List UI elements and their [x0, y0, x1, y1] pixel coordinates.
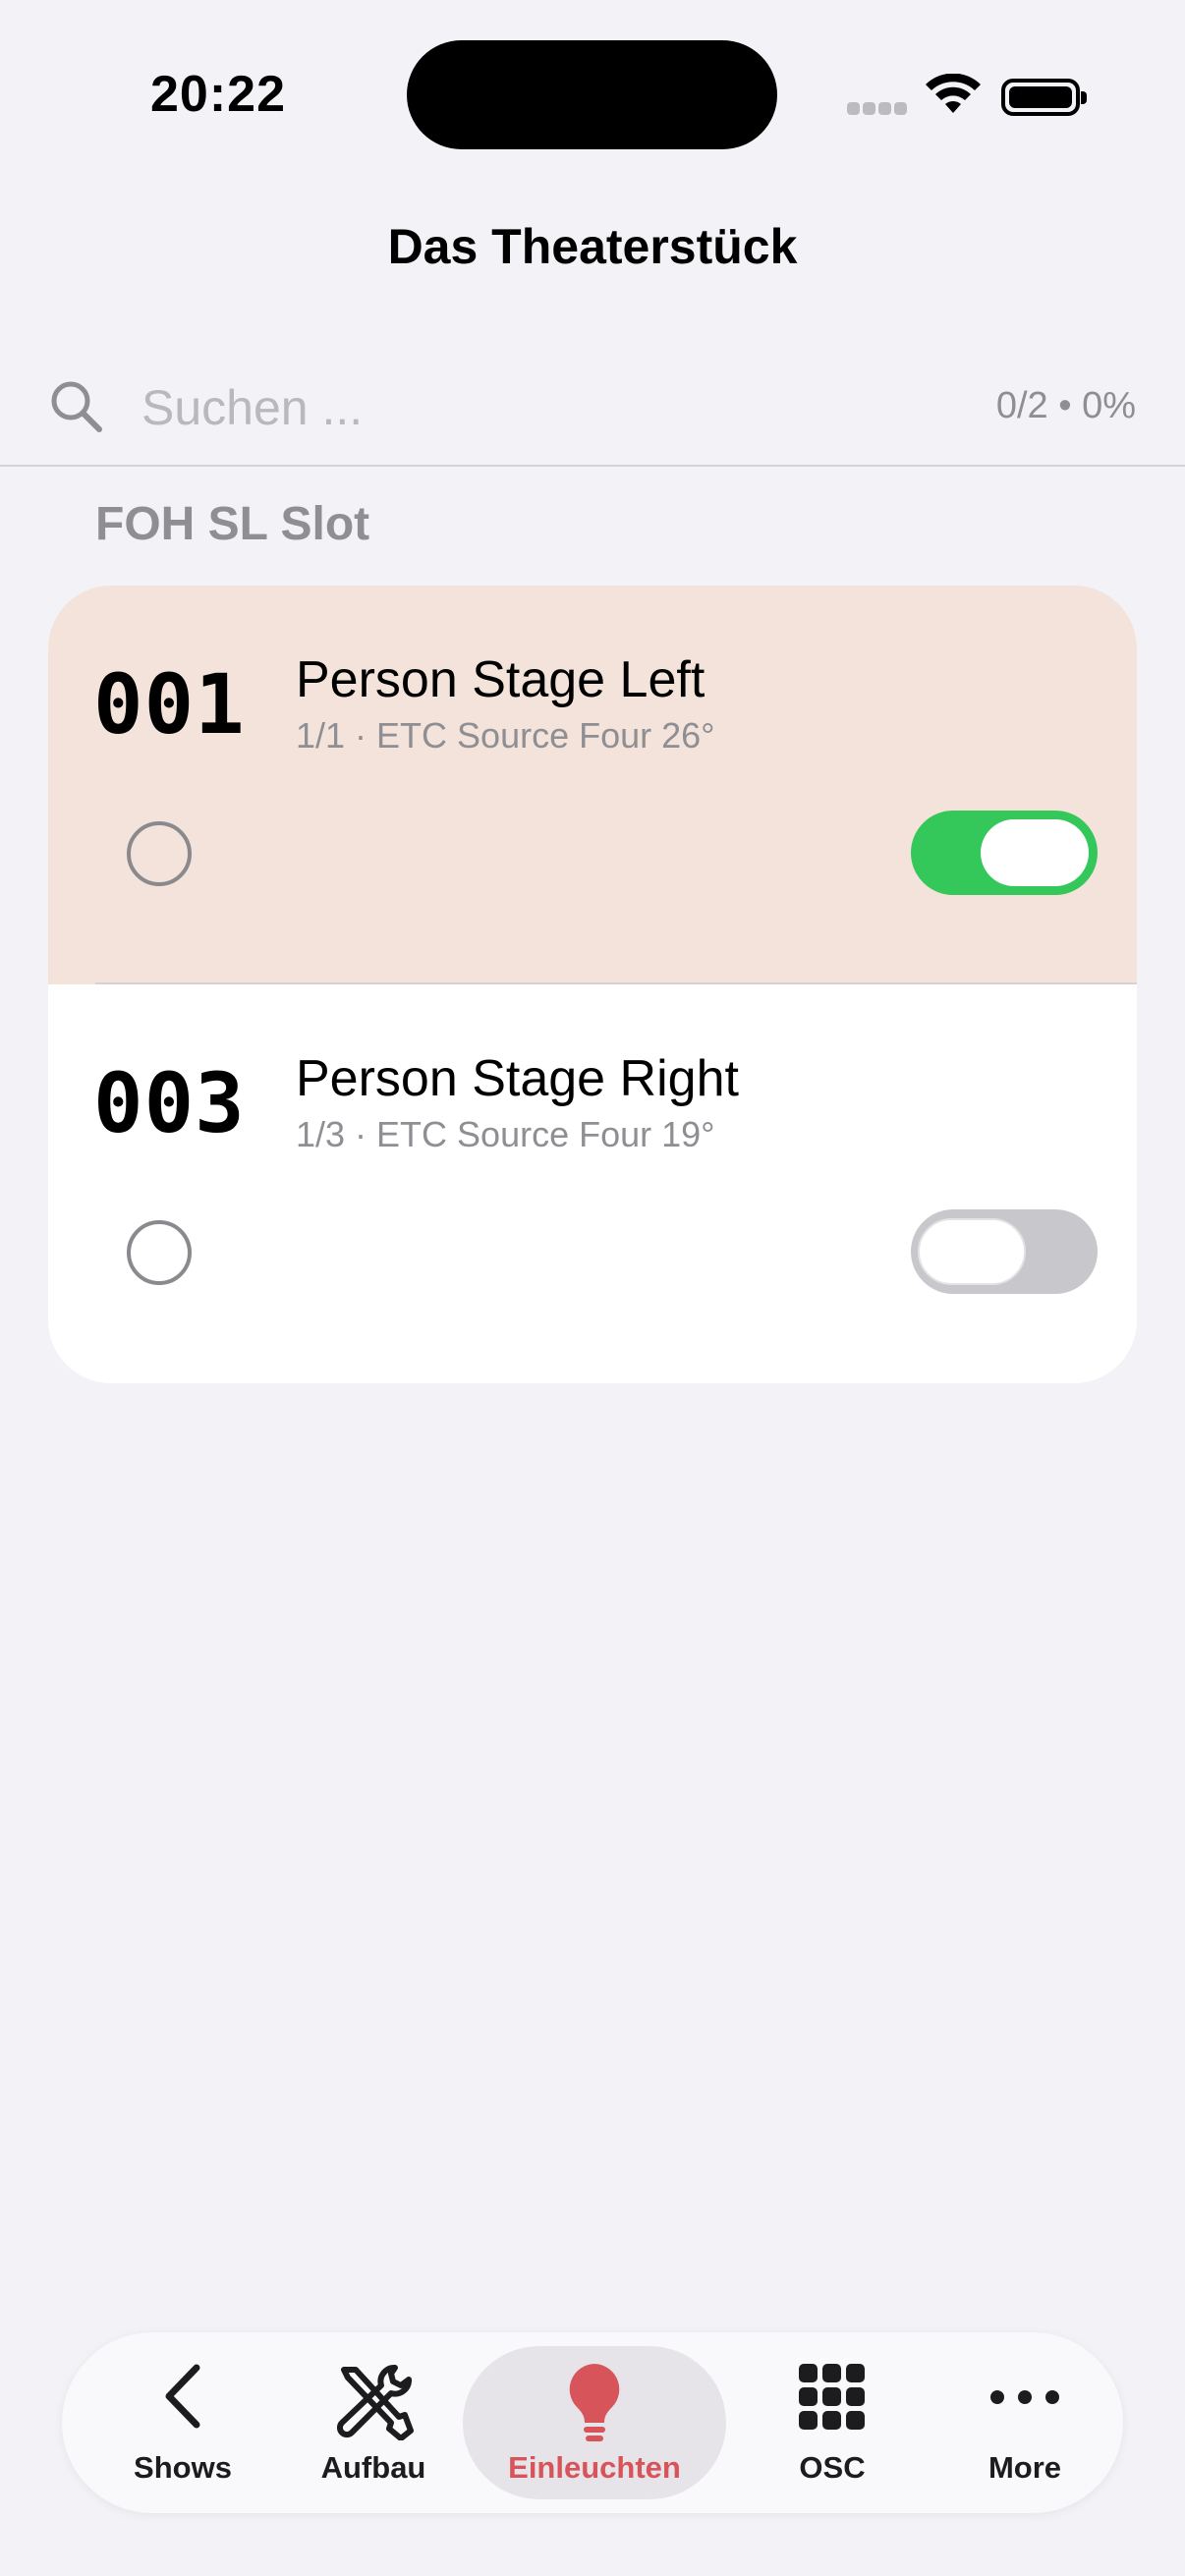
section-header: FOH SL Slot — [95, 498, 370, 550]
toggle-switch[interactable] — [911, 1209, 1098, 1294]
tab-label: Shows — [134, 2450, 232, 2485]
tab-aufbau[interactable]: Aufbau — [304, 2332, 443, 2513]
progress-counter: 0/2 • 0% — [995, 385, 1136, 426]
cellular-signal-icon — [847, 102, 908, 116]
chevron-left-icon — [165, 2364, 200, 2429]
tab-more[interactable]: More — [927, 2332, 1123, 2513]
tab-shows[interactable]: Shows — [62, 2332, 304, 2513]
check-circle-button[interactable] — [127, 821, 192, 886]
ellipsis-icon — [990, 2390, 1059, 2404]
tab-bar: Shows Aufbau Einleuchten OSC More — [62, 2332, 1123, 2513]
wrench-screwdriver-icon — [336, 2365, 414, 2440]
page-title: Das Theaterstück — [387, 219, 798, 274]
grid-icon — [799, 2364, 865, 2430]
fixture-name: Person Stage Right — [296, 1050, 739, 1107]
wifi-icon — [926, 74, 981, 113]
tab-label: OSC — [799, 2450, 866, 2485]
lightbulb-icon — [569, 2364, 620, 2441]
fixture-name: Person Stage Left — [296, 651, 705, 708]
tab-label: Aufbau — [320, 2450, 426, 2485]
battery-icon — [1001, 79, 1087, 116]
fixture-detail: 1/3 · ETC Source Four 19° — [296, 1114, 715, 1154]
search-input[interactable] — [141, 373, 829, 442]
search-bar: 0/2 • 0% — [0, 364, 1185, 468]
channel-number: 001 — [93, 656, 246, 753]
tab-einleuchten[interactable]: Einleuchten — [457, 2332, 732, 2513]
status-time: 20:22 — [150, 66, 286, 123]
dynamic-island — [407, 40, 777, 149]
fixture-detail: 1/1 · ETC Source Four 26° — [296, 715, 715, 756]
check-circle-button[interactable] — [127, 1220, 192, 1285]
search-icon — [51, 381, 102, 432]
tab-label: More — [988, 2450, 1062, 2485]
tab-osc[interactable]: OSC — [744, 2332, 921, 2513]
toggle-switch[interactable] — [911, 811, 1098, 895]
divider — [0, 465, 1185, 467]
channel-number: 003 — [93, 1055, 246, 1151]
list-item[interactable]: 001 Person Stage Left 1/1 · ETC Source F… — [48, 586, 1137, 984]
tab-label: Einleuchten — [508, 2450, 681, 2485]
list-item[interactable]: 003 Person Stage Right 1/3 · ETC Source … — [48, 984, 1137, 1383]
fixture-list-card: 001 Person Stage Left 1/1 · ETC Source F… — [48, 586, 1137, 1383]
